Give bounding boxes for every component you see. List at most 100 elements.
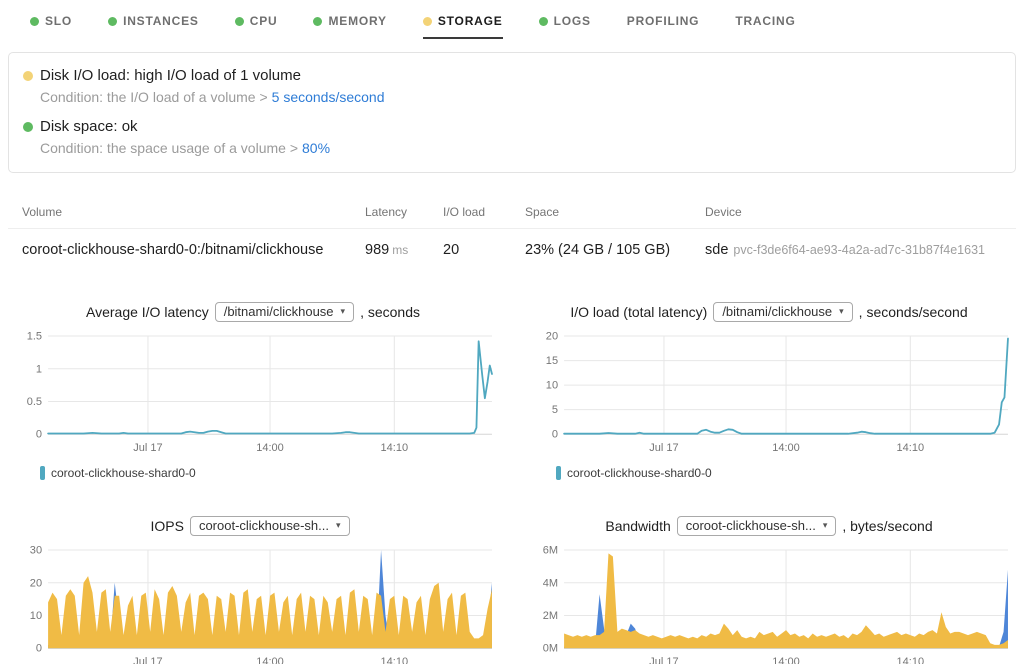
tab-label: LOGS	[554, 14, 591, 28]
svg-text:Jul 17: Jul 17	[133, 657, 162, 664]
chart-title-text: I/O load (total latency)	[570, 304, 707, 320]
table-header: Volume Latency I/O load Space Device	[8, 197, 1016, 229]
col-volume: Volume	[22, 205, 365, 219]
tab-cpu[interactable]: CPU	[235, 14, 278, 39]
chart-io-load: I/O load (total latency) /bitnami/clickh…	[524, 302, 1014, 480]
tab-label: INSTANCES	[123, 14, 199, 28]
latency-unit: ms	[392, 243, 408, 257]
chart-unit-suffix: , seconds/second	[859, 304, 968, 320]
threshold-link[interactable]: 5 seconds/second	[272, 89, 385, 105]
io-load-line-chart: 05101520Jul 1714:0014:10	[524, 328, 1014, 462]
svg-text:14:10: 14:10	[381, 657, 409, 664]
status-dot	[313, 17, 322, 26]
table-row: coroot-clickhouse-shard0-0:/bitnami/clic…	[8, 229, 1016, 272]
col-device: Device	[705, 205, 1016, 219]
legend-item[interactable]: coroot-clickhouse-shard0-0	[556, 466, 712, 480]
space-cell: 23% (24 GB / 105 GB)	[525, 242, 705, 258]
legend-swatch	[556, 466, 561, 480]
svg-text:14:10: 14:10	[897, 657, 925, 664]
tab-instances[interactable]: INSTANCES	[108, 14, 199, 39]
svg-text:20: 20	[546, 331, 558, 343]
volume-selector-dropdown[interactable]: /bitnami/clickhouse ▾	[215, 302, 354, 322]
tab-memory[interactable]: MEMORY	[313, 14, 386, 39]
svg-text:5: 5	[552, 404, 558, 416]
svg-text:20: 20	[30, 578, 42, 590]
chart-title-text: Bandwidth	[605, 518, 670, 534]
tab-bar: SLO INSTANCES CPU MEMORY STORAGE LOGS PR…	[0, 0, 1024, 39]
check-disk-io-load: Disk I/O load: high I/O load of 1 volume…	[23, 67, 999, 105]
status-dot	[108, 17, 117, 26]
condition-text: Condition: the space usage of a volume >	[40, 140, 298, 156]
svg-text:4M: 4M	[543, 578, 558, 590]
svg-text:14:10: 14:10	[381, 442, 409, 454]
latency-value: 989	[365, 242, 389, 258]
svg-text:0: 0	[36, 643, 42, 655]
tab-label: CPU	[250, 14, 278, 28]
legend-label: coroot-clickhouse-shard0-0	[51, 466, 196, 480]
svg-text:0M: 0M	[543, 643, 558, 655]
ok-dot-icon	[23, 122, 33, 132]
chart-legend: coroot-clickhouse-shard0-0	[40, 466, 498, 480]
tab-slo[interactable]: SLO	[30, 14, 72, 39]
col-latency: Latency	[365, 205, 443, 219]
chart-bandwidth: Bandwidth coroot-clickhouse-sh...▾ , byt…	[524, 516, 1014, 664]
chart-title: I/O load (total latency) /bitnami/clickh…	[524, 302, 1014, 322]
tab-storage[interactable]: STORAGE	[423, 14, 503, 39]
tab-label: PROFILING	[627, 14, 700, 28]
chevron-down-icon: ▾	[336, 520, 341, 531]
chart-title-text: Average I/O latency	[86, 304, 209, 320]
svg-text:14:00: 14:00	[772, 657, 800, 664]
bandwidth-area-chart: 0M2M4M6MJul 1714:0014:10	[524, 542, 1014, 664]
svg-text:1: 1	[36, 363, 42, 375]
latency-cell: 989ms	[365, 242, 443, 258]
volume-selector-dropdown[interactable]: /bitnami/clickhouse ▾	[713, 302, 852, 322]
chevron-down-icon: ▾	[823, 520, 828, 531]
tab-logs[interactable]: LOGS	[539, 14, 591, 39]
threshold-link[interactable]: 80%	[302, 140, 330, 156]
chevron-down-icon: ▾	[839, 306, 844, 317]
tab-label: TRACING	[735, 14, 795, 28]
device-cell: sdepvc-f3de6f64-ae93-4a2a-ad7c-31b87f4e1…	[705, 242, 1016, 258]
volume-name: coroot-clickhouse-shard0-0:/bitnami/clic…	[22, 242, 365, 258]
tab-label: STORAGE	[438, 14, 503, 28]
tab-label: MEMORY	[328, 14, 386, 28]
chevron-down-icon: ▾	[341, 306, 346, 317]
selected-volume: /bitnami/clickhouse	[224, 304, 334, 319]
selected-volume: /bitnami/clickhouse	[722, 304, 832, 319]
status-dot	[423, 17, 432, 26]
latency-line-chart: 00.511.5Jul 1714:0014:10	[8, 328, 498, 462]
warning-dot-icon	[23, 71, 33, 81]
legend-item[interactable]: coroot-clickhouse-shard0-0	[40, 466, 196, 480]
chart-avg-io-latency: Average I/O latency /bitnami/clickhouse ▾…	[8, 302, 498, 480]
iops-area-chart: 0102030Jul 1714:0014:10	[8, 542, 498, 664]
svg-text:10: 10	[546, 380, 558, 392]
svg-text:14:00: 14:00	[772, 442, 800, 454]
chart-title: Average I/O latency /bitnami/clickhouse ▾…	[8, 302, 498, 322]
selected-volume: coroot-clickhouse-sh...	[199, 518, 329, 533]
charts-grid: Average I/O latency /bitnami/clickhouse ▾…	[8, 302, 1014, 664]
device-name: sde	[705, 242, 728, 258]
tab-profiling[interactable]: PROFILING	[627, 14, 700, 39]
svg-text:Jul 17: Jul 17	[649, 657, 678, 664]
condition-text: Condition: the I/O load of a volume >	[40, 89, 268, 105]
volume-selector-dropdown[interactable]: coroot-clickhouse-sh...▾	[677, 516, 837, 536]
chart-unit-suffix: , bytes/second	[842, 518, 932, 534]
chart-iops: IOPS coroot-clickhouse-sh...▾ 0102030Jul…	[8, 516, 498, 664]
check-title: Disk space: ok	[40, 118, 138, 135]
svg-text:Jul 17: Jul 17	[649, 442, 678, 454]
check-disk-space: Disk space: ok Condition: the space usag…	[23, 118, 999, 156]
status-dot	[235, 17, 244, 26]
col-io-load: I/O load	[443, 205, 525, 219]
svg-text:15: 15	[546, 355, 558, 367]
check-condition: Condition: the I/O load of a volume >5 s…	[40, 89, 999, 105]
svg-text:30: 30	[30, 545, 42, 557]
svg-text:Jul 17: Jul 17	[133, 442, 162, 454]
tab-tracing[interactable]: TRACING	[735, 14, 795, 39]
volume-selector-dropdown[interactable]: coroot-clickhouse-sh... ▾	[190, 516, 350, 536]
io-load-cell: 20	[443, 242, 525, 258]
check-condition: Condition: the space usage of a volume >…	[40, 140, 999, 156]
svg-text:0: 0	[552, 429, 558, 441]
svg-text:1.5: 1.5	[27, 331, 42, 343]
chart-title: IOPS coroot-clickhouse-sh...▾	[8, 516, 498, 536]
status-dot	[539, 17, 548, 26]
